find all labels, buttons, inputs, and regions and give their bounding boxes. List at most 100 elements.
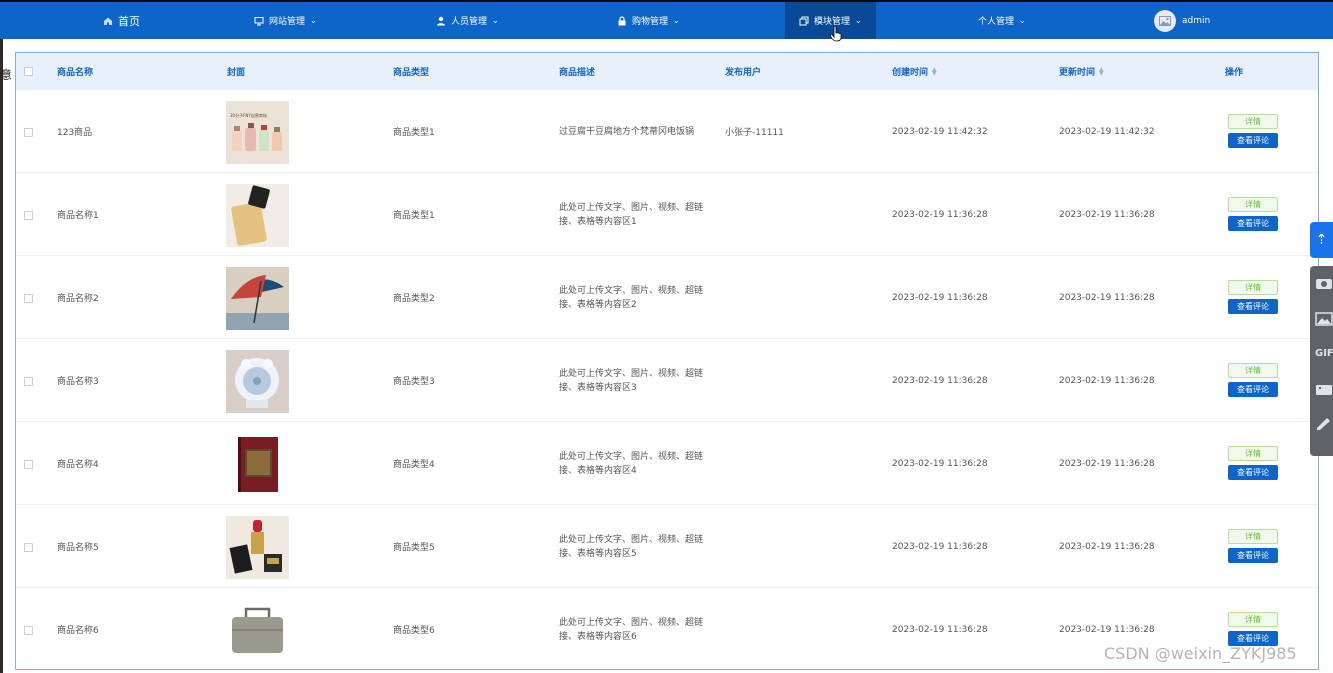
cell-product-description: 此处可上传文字、图片、视频、超链接、表格等内容区1 xyxy=(559,202,704,227)
cell-product-name: 123商品 xyxy=(57,128,93,138)
cell-created-time: 2023-02-19 11:36:28 xyxy=(892,209,988,220)
view-comments-button[interactable]: 查看评论 xyxy=(1228,299,1278,314)
cell-updated-time: 2023-02-19 11:36:28 xyxy=(1059,541,1155,552)
chevron-down-icon: ⌄ xyxy=(855,16,862,25)
row-checkbox[interactable] xyxy=(24,211,33,220)
row-checkbox[interactable] xyxy=(24,294,33,303)
sort-icon[interactable]: ▲ ▼ xyxy=(1099,66,1104,76)
cell-product-description: 此处可上传文字、图片、视频、超链接、表格等内容区3 xyxy=(559,368,704,393)
row-checkbox[interactable] xyxy=(24,128,33,137)
nav-user-management[interactable]: 人员管理 ⌄ xyxy=(436,2,499,39)
copy-icon xyxy=(799,16,809,26)
header-name: 商品名称 xyxy=(57,68,94,78)
header-created-time[interactable]: 创建时间 ▲ ▼ xyxy=(892,53,937,90)
header-type: 商品类型 xyxy=(393,68,430,78)
view-comments-button[interactable]: 查看评论 xyxy=(1228,548,1278,563)
product-cover-image xyxy=(226,350,289,413)
view-comments-button[interactable]: 查看评论 xyxy=(1228,216,1278,231)
cell-created-time: 2023-02-19 11:36:28 xyxy=(892,292,988,303)
float-up-button[interactable]: ⇡ xyxy=(1310,222,1333,258)
float-toolbar: GIF xyxy=(1310,266,1333,456)
table-row: 123商品 30分子FNY自营商场商品类型1 过豆腐干豆腐地方个梵蒂冈电饭锅 小张子-… xyxy=(16,90,1318,173)
cell-product-type: 商品类型6 xyxy=(393,626,435,636)
select-all-checkbox[interactable] xyxy=(24,67,33,76)
chevron-down-icon: ⌄ xyxy=(1019,16,1026,25)
cell-product-name: 商品名称6 xyxy=(57,626,99,636)
cell-product-name: 商品名称4 xyxy=(57,460,99,470)
username-label: admin xyxy=(1182,15,1211,26)
view-comments-button[interactable]: 查看评论 xyxy=(1228,465,1278,480)
sort-icon[interactable]: ▲ ▼ xyxy=(932,66,937,76)
pen-icon[interactable] xyxy=(1315,416,1333,432)
image-icon[interactable] xyxy=(1315,312,1333,328)
cell-product-name: 商品名称5 xyxy=(57,543,99,553)
nav-site-management-label: 网站管理 xyxy=(269,17,306,27)
product-cover-image xyxy=(226,184,289,247)
camera-icon[interactable] xyxy=(1315,276,1333,292)
table-row: 商品名称3 商品类型3 此处可上传文字、图片、视频、超链接、表格等内容区3 2023-… xyxy=(16,339,1318,422)
cell-publisher: 小张子-11111 xyxy=(725,128,784,138)
table-row: 商品名称5 商品类型5 此处可上传文字、图片、视频、超链接、表格等内容区5 2023-… xyxy=(16,505,1318,588)
nav-home-label: 首页 xyxy=(118,14,140,28)
detail-button[interactable]: 详情 xyxy=(1228,446,1278,461)
nav-home[interactable]: 首页 xyxy=(103,2,140,39)
table-header: 商品名称 封面 商品类型 商品描述 发布用户 创建时间 ▲ ▼ 更新时间 ▲ ▼ 操… xyxy=(16,53,1318,90)
row-checkbox[interactable] xyxy=(24,460,33,469)
table-row: 商品名称4 商品类型4 此处可上传文字、图片、视频、超链接、表格等内容区4 2023-… xyxy=(16,422,1318,505)
cell-product-description: 此处可上传文字、图片、视频、超链接、表格等内容区2 xyxy=(559,285,704,310)
cell-updated-time: 2023-02-19 11:36:28 xyxy=(1059,458,1155,469)
cell-product-description: 过豆腐干豆腐地方个梵蒂冈电饭锅 xyxy=(559,126,695,137)
left-window-edge xyxy=(0,39,3,673)
lock-icon xyxy=(617,15,627,26)
home-icon xyxy=(103,16,113,26)
user-icon xyxy=(436,16,446,26)
cell-product-name: 商品名称2 xyxy=(57,294,99,304)
cell-product-type: 商品类型3 xyxy=(393,377,435,387)
monitor-icon xyxy=(254,16,264,26)
cell-product-type: 商品类型1 xyxy=(393,211,435,221)
table-row: 商品名称1 商品类型1 此处可上传文字、图片、视频、超链接、表格等内容区1 2023-… xyxy=(16,173,1318,256)
cell-product-type: 商品类型1 xyxy=(393,128,435,138)
cell-product-name: 商品名称1 xyxy=(57,211,99,221)
detail-button[interactable]: 详情 xyxy=(1228,529,1278,544)
detail-button[interactable]: 详情 xyxy=(1228,197,1278,212)
cell-product-description: 此处可上传文字、图片、视频、超链接、表格等内容区6 xyxy=(559,617,704,642)
nav-personal-management-label: 个人管理 xyxy=(978,17,1015,27)
cell-product-description: 此处可上传文字、图片、视频、超链接、表格等内容区5 xyxy=(559,534,704,559)
cell-updated-time: 2023-02-19 11:36:28 xyxy=(1059,209,1155,220)
gif-icon[interactable]: GIF xyxy=(1315,348,1333,364)
row-checkbox[interactable] xyxy=(24,626,33,635)
detail-button[interactable]: 详情 xyxy=(1228,363,1278,378)
user-menu[interactable]: admin xyxy=(1154,2,1210,39)
cell-product-type: 商品类型4 xyxy=(393,460,435,470)
header-updated-time[interactable]: 更新时间 ▲ ▼ xyxy=(1059,53,1104,90)
header-cover: 封面 xyxy=(227,68,246,78)
row-checkbox[interactable] xyxy=(24,377,33,386)
cover-caption: 30分子FNY自营商场 xyxy=(230,113,267,118)
detail-button[interactable]: 详情 xyxy=(1228,280,1278,295)
view-comments-button[interactable]: 查看评论 xyxy=(1228,133,1278,148)
cell-created-time: 2023-02-19 11:36:28 xyxy=(892,541,988,552)
header-description: 商品描述 xyxy=(559,68,596,78)
row-checkbox[interactable] xyxy=(24,543,33,552)
product-cover-image xyxy=(226,599,289,662)
arrow-up-icon: ⇡ xyxy=(1315,232,1328,248)
edge-text: 意 xyxy=(0,68,13,82)
nav-personal-management[interactable]: 个人管理 ⌄ xyxy=(978,2,1026,39)
hand-cursor-icon xyxy=(830,26,842,42)
product-cover-image xyxy=(226,516,289,579)
detail-button[interactable]: 详情 xyxy=(1228,612,1278,627)
nav-site-management[interactable]: 网站管理 ⌄ xyxy=(254,2,317,39)
detail-button[interactable]: 详情 xyxy=(1228,114,1278,129)
cell-product-description: 此处可上传文字、图片、视频、超链接、表格等内容区4 xyxy=(559,451,704,476)
cell-product-type: 商品类型5 xyxy=(393,543,435,553)
scan-icon[interactable] xyxy=(1315,382,1333,398)
nav-shopping-management[interactable]: 购物管理 ⌄ xyxy=(617,2,680,39)
cell-product-name: 商品名称3 xyxy=(57,377,99,387)
cell-updated-time: 2023-02-19 11:42:32 xyxy=(1059,126,1155,137)
header-updated-time-label: 更新时间 xyxy=(1059,68,1096,78)
cell-updated-time: 2023-02-19 11:36:28 xyxy=(1059,292,1155,303)
cell-created-time: 2023-02-19 11:36:28 xyxy=(892,624,988,635)
view-comments-button[interactable]: 查看评论 xyxy=(1228,382,1278,397)
header-created-time-label: 创建时间 xyxy=(892,68,929,78)
